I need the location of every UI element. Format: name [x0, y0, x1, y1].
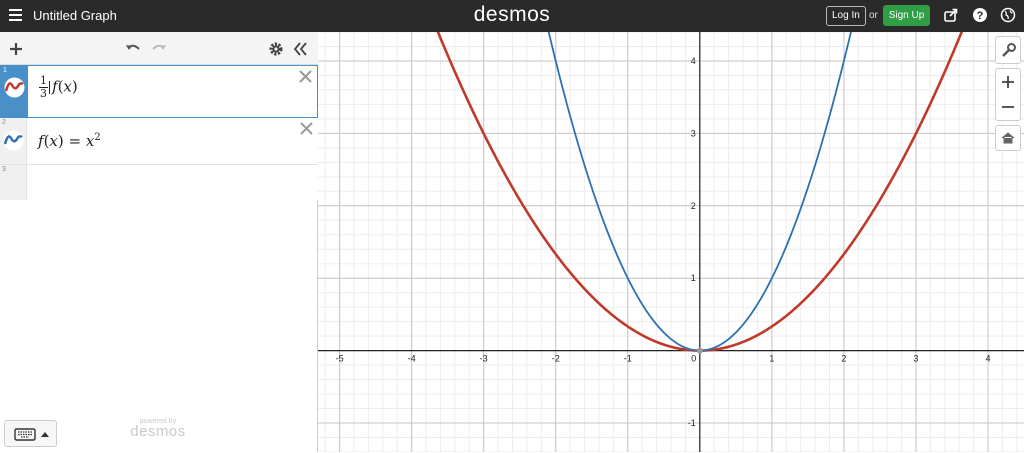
graph-settings-button[interactable] [995, 36, 1021, 64]
fraction: 1 3 [39, 74, 48, 100]
expression-index: 3 [2, 166, 6, 173]
x-tick-label: 1 [769, 354, 774, 364]
expression-panel: 1 1 3 f(x) 2 f(x) = x2 3 powered by desm… [0, 32, 318, 452]
graph-title[interactable]: Untitled Graph [33, 8, 117, 23]
x-tick-label: 2 [841, 354, 846, 364]
wrench-icon [1002, 43, 1016, 57]
x-tick-label: -4 [408, 354, 416, 364]
expression-toolbar [0, 32, 318, 65]
login-button[interactable]: Log In [826, 6, 866, 26]
y-tick-label: 3 [691, 128, 696, 138]
keyboard-toggle-button[interactable] [4, 420, 57, 447]
or-label: or [869, 10, 878, 21]
menu-icon[interactable] [9, 9, 22, 21]
x-tick-label: -2 [552, 354, 560, 364]
expression-math-1[interactable]: 1 3 f(x) [39, 75, 78, 100]
graph-canvas[interactable]: -5 -4 -3 -2 -1 0 1 2 3 4 -1 1 2 3 4 [318, 32, 1024, 452]
x-tick-label: -5 [336, 354, 344, 364]
x-tick-label: 3 [913, 354, 918, 364]
signup-button[interactable]: Sign Up [883, 5, 930, 26]
default-viewport-button[interactable] [995, 125, 1021, 151]
undo-icon[interactable] [124, 40, 142, 58]
expression-math-2[interactable]: f(x) = x2 [38, 132, 101, 150]
delete-expression-icon[interactable] [300, 122, 313, 135]
graph-paper[interactable]: -5 -4 -3 -2 -1 0 1 2 3 4 -1 1 2 3 4 [318, 32, 1024, 452]
x-tick-label: -1 [624, 354, 632, 364]
y-tick-label: 1 [691, 273, 696, 283]
x-tick-label: -3 [480, 354, 488, 364]
top-bar: Untitled Graph desmos Log In or Sign Up … [0, 0, 1024, 32]
origin-point [696, 347, 703, 354]
y-tick-label: 4 [691, 56, 696, 66]
y-tick-label: 2 [691, 201, 696, 211]
expression-index: 2 [2, 119, 6, 126]
expression-row-2[interactable]: 2 f(x) = x2 [0, 118, 318, 165]
y-tick-label: -1 [688, 418, 696, 428]
globe-language-icon[interactable] [1000, 7, 1016, 23]
expression-tab[interactable]: 3 [0, 165, 27, 200]
x-tick-label: 0 [691, 354, 696, 364]
expression-index: 1 [3, 67, 7, 74]
x-tick-label: 4 [985, 354, 990, 364]
redo-icon[interactable] [150, 40, 168, 58]
red-curve-toggle-icon[interactable] [4, 77, 25, 98]
delete-expression-icon[interactable] [299, 70, 312, 83]
home-icon [1001, 132, 1015, 144]
svg-text:?: ? [977, 10, 984, 22]
expression-row-3[interactable]: 3 [0, 165, 318, 200]
blue-curve-toggle-icon[interactable] [3, 130, 24, 151]
add-icon[interactable] [7, 40, 25, 58]
zoom-in-icon[interactable] [996, 69, 1020, 95]
collapse-panel-icon[interactable] [291, 40, 309, 58]
help-icon[interactable]: ? [972, 7, 988, 23]
expression-row-1[interactable]: 1 1 3 f(x) [0, 65, 318, 118]
expression-tab[interactable]: 2 [0, 118, 27, 164]
powered-by-desmos[interactable]: powered by desmos [126, 418, 190, 440]
zoom-out-icon[interactable] [996, 95, 1020, 121]
text-cursor [49, 81, 50, 94]
zoom-controls [995, 68, 1021, 121]
settings-gear-icon[interactable] [267, 40, 285, 58]
keyboard-icon [14, 428, 49, 441]
share-icon[interactable] [943, 7, 959, 23]
expression-tab[interactable]: 1 [1, 66, 28, 117]
